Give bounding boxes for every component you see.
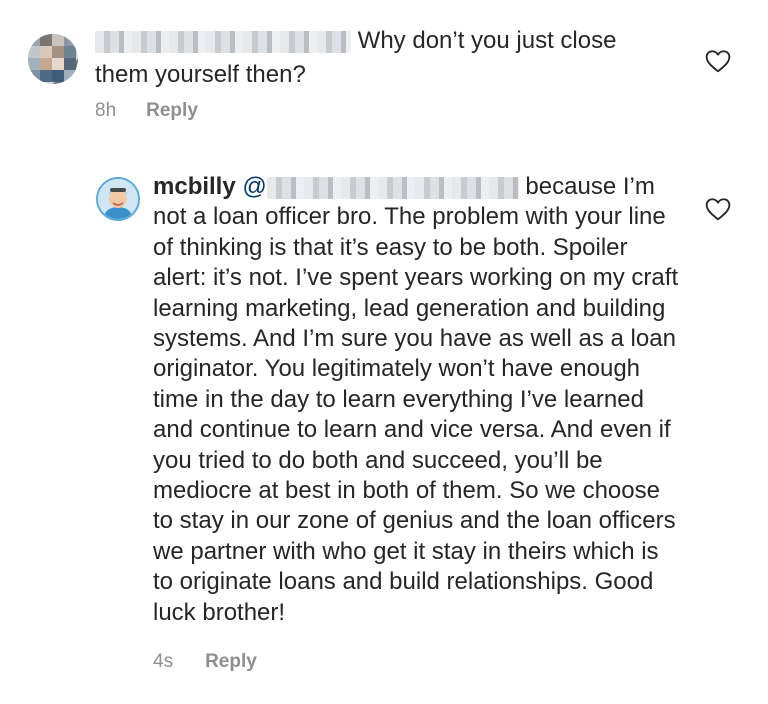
- heart-outline-icon[interactable]: [705, 197, 731, 221]
- comment-timestamp: 4s: [153, 651, 174, 672]
- comment-item: Why don’t you just close them yourself t…: [95, 24, 675, 92]
- mention-link[interactable]: @: [242, 173, 519, 200]
- comment-text: because I’m not a loan officer bro. The …: [153, 173, 679, 626]
- comment-body: Why don’t you just close them yourself t…: [95, 24, 675, 92]
- reply-button[interactable]: Reply: [146, 100, 198, 122]
- blurred-username[interactable]: [95, 30, 351, 53]
- reply-button[interactable]: Reply: [205, 651, 257, 673]
- mention-at: @: [242, 173, 267, 200]
- comment-body: mcbilly @ because I’m not a loan officer…: [153, 172, 683, 628]
- commenter-avatar-blurred[interactable]: [28, 34, 78, 84]
- comment-timestamp: 8h: [95, 100, 117, 121]
- user-avatar[interactable]: [96, 177, 140, 221]
- blurred-mention: [266, 176, 519, 199]
- heart-outline-icon[interactable]: [705, 49, 731, 73]
- comment-meta: 8h Reply: [95, 100, 198, 122]
- comment-meta: 4s Reply: [153, 651, 257, 673]
- comment-username[interactable]: mcbilly: [153, 173, 236, 200]
- comment-item: mcbilly @ because I’m not a loan officer…: [153, 172, 683, 628]
